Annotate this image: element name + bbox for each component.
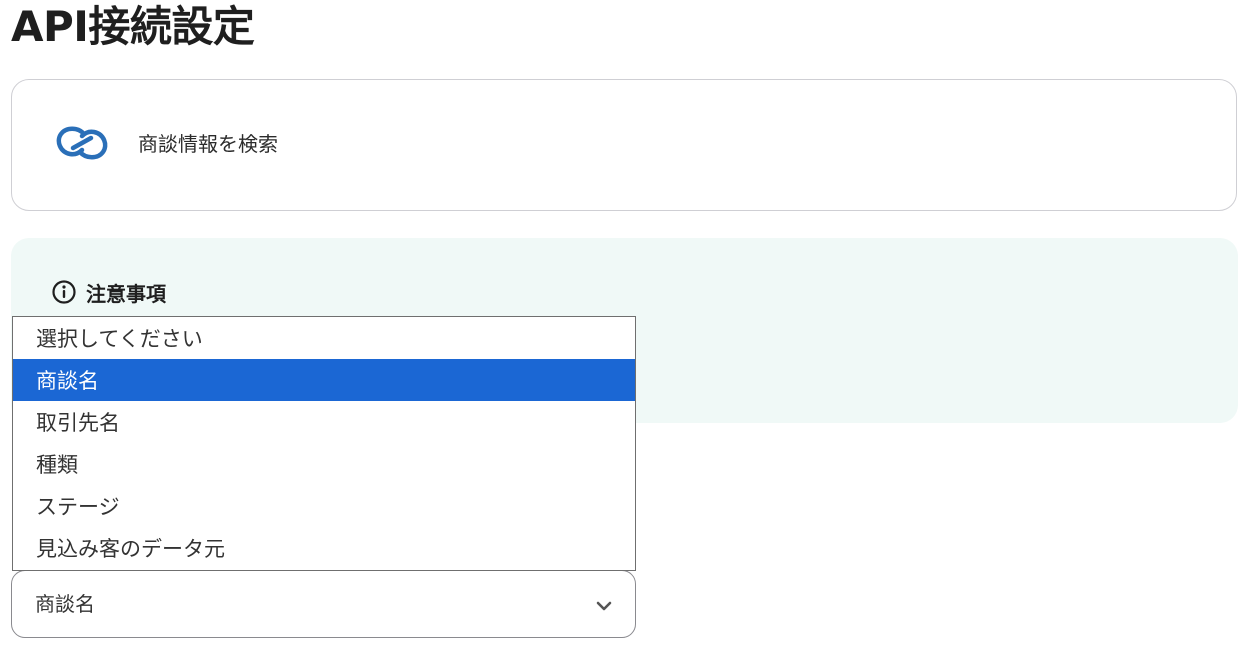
select-value: 商談名 [35, 592, 95, 616]
dropdown-option-lead-source[interactable]: 見込み客のデータ元 [13, 527, 635, 569]
dropdown-option-deal-name[interactable]: 商談名 [13, 359, 635, 401]
action-card[interactable]: 商談情報を検索 [11, 79, 1237, 211]
zoho-crm-logo-icon [56, 126, 108, 160]
page-title: API接続設定 [11, 2, 255, 51]
dropdown-option-stage[interactable]: ステージ [13, 485, 635, 527]
notice-title: 注意事項 [86, 281, 166, 306]
action-label: 商談情報を検索 [138, 132, 278, 156]
dropdown-option-type[interactable]: 種類 [13, 443, 635, 485]
field-select[interactable]: 商談名 [11, 570, 636, 638]
chevron-down-icon[interactable] [593, 595, 615, 617]
notice-heading: 注意事項 [51, 278, 166, 306]
dropdown-option-account-name[interactable]: 取引先名 [13, 401, 635, 443]
info-icon [52, 280, 76, 304]
dropdown-option-placeholder[interactable]: 選択してください [13, 317, 635, 359]
page: API接続設定 商談情報を検索 注意事項 選択してください 商談名 取引先名 種… [0, 0, 1248, 650]
dropdown-list[interactable]: 選択してください 商談名 取引先名 種類 ステージ 見込み客のデータ元 [12, 316, 636, 571]
